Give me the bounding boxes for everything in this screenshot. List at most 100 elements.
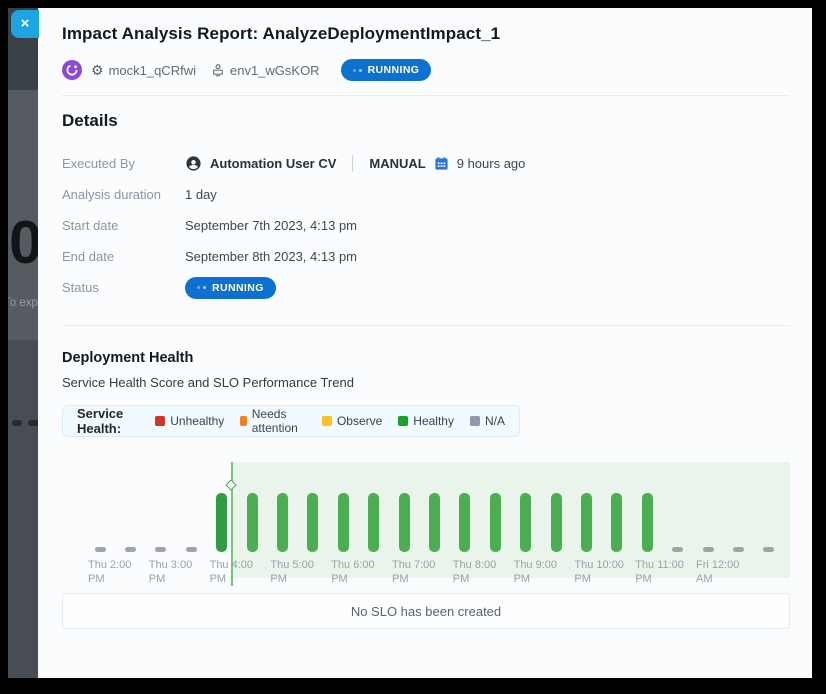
user-icon	[185, 155, 202, 172]
legend-swatch-icon	[470, 416, 480, 426]
vertical-divider	[352, 155, 353, 172]
detail-value: 1 day	[185, 187, 217, 202]
health-bar-na[interactable]	[125, 547, 136, 552]
trigger-type: MANUAL	[369, 156, 425, 171]
health-bar-healthy[interactable]	[581, 493, 592, 552]
detail-label: Status	[62, 280, 185, 295]
health-bar-na[interactable]	[95, 547, 106, 552]
legend-label: Observe	[337, 414, 382, 428]
details-grid: Executed By Automation User CV MANUAL	[62, 148, 790, 303]
running-dot	[353, 69, 356, 72]
pipeline-meta: ⚙ mock1_qCRfwi	[91, 63, 196, 78]
detail-row: End dateSeptember 8th 2023, 4:13 pm	[62, 241, 790, 272]
health-bar-na[interactable]	[733, 547, 744, 552]
health-bar-healthy[interactable]	[277, 493, 288, 552]
health-bar-healthy[interactable]	[399, 493, 410, 552]
health-bar-na[interactable]	[672, 547, 683, 552]
chart-subtitle: Service Health Score and SLO Performance…	[62, 375, 790, 390]
health-bar-healthy[interactable]	[216, 493, 227, 552]
x-axis-tick-label: Thu 5:00PM	[270, 558, 313, 586]
health-bar-healthy[interactable]	[247, 493, 258, 552]
legend-swatch-icon	[240, 416, 246, 426]
health-bar-healthy[interactable]	[611, 493, 622, 552]
health-bar-healthy[interactable]	[459, 493, 470, 552]
background-dash	[28, 420, 38, 426]
impact-analysis-drawer: Impact Analysis Report: AnalyzeDeploymen…	[38, 8, 812, 678]
x-axis-tick-label: Thu 4:00PM	[210, 558, 253, 586]
legend-item: Unhealthy	[155, 414, 224, 428]
executed-time: 9 hours ago	[457, 156, 526, 171]
health-bar-healthy[interactable]	[368, 493, 379, 552]
health-bar-na[interactable]	[703, 547, 714, 552]
health-bar-healthy[interactable]	[642, 493, 653, 552]
health-bar-healthy[interactable]	[338, 493, 349, 552]
legend-item: Healthy	[398, 414, 454, 428]
health-bar-na[interactable]	[155, 547, 166, 552]
health-bar-healthy[interactable]	[429, 493, 440, 552]
detail-rows: Analysis duration1 dayStart dateSeptembe…	[62, 179, 790, 272]
legend-item: Observe	[322, 414, 382, 428]
calendar-icon	[434, 156, 449, 171]
slo-empty-message: No SLO has been created	[351, 604, 501, 619]
divider	[62, 95, 790, 96]
legend-label: Needs attention	[252, 407, 306, 435]
service-avatar-icon	[62, 60, 82, 80]
x-axis-tick-label: Fri 12:00AM	[696, 558, 739, 586]
x-axis-tick-label: Thu 11:00PM	[635, 558, 684, 586]
health-bar-na[interactable]	[763, 547, 774, 552]
detail-row: Start dateSeptember 7th 2023, 4:13 pm	[62, 210, 790, 241]
x-axis-tick-label: Thu 7:00PM	[392, 558, 435, 586]
running-dot	[359, 69, 362, 72]
legend-label: N/A	[485, 414, 505, 428]
detail-value: September 8th 2023, 4:13 pm	[185, 249, 357, 264]
detail-label: Executed By	[62, 156, 185, 171]
legend-item: N/A	[470, 414, 505, 428]
report-meta-row: ⚙ mock1_qCRfwi env1_wGsKOR RUNNING	[62, 59, 790, 81]
x-axis-tick-label: Thu 9:00PM	[514, 558, 557, 586]
environment-name: env1_wGsKOR	[230, 63, 320, 78]
x-axis-tick-label: Thu 6:00PM	[331, 558, 374, 586]
detail-row: Analysis duration1 day	[62, 179, 790, 210]
legend-label: Healthy	[413, 414, 454, 428]
x-axis-tick-label: Thu 2:00PM	[88, 558, 131, 586]
details-heading: Details	[62, 111, 790, 131]
health-bar-na[interactable]	[186, 547, 197, 552]
health-chart: Thu 2:00PM Thu 3:00PM Thu 4:00PM Thu 5:00PM…	[62, 450, 790, 586]
divider	[62, 325, 790, 326]
service-health-legend: Service Health: Unhealthy Needs attention…	[62, 405, 520, 437]
detail-label: Analysis duration	[62, 187, 185, 202]
running-dot	[203, 286, 206, 289]
health-bar-healthy[interactable]	[520, 493, 531, 552]
legend-label: Unhealthy	[170, 414, 224, 428]
environment-icon	[211, 63, 225, 77]
slo-empty-state: No SLO has been created	[62, 593, 790, 629]
status-badge: RUNNING	[185, 277, 276, 299]
x-axis-tick-label: Thu 10:00PM	[574, 558, 624, 586]
x-axis-tick-label: Thu 8:00PM	[453, 558, 496, 586]
background-number-fragment: 0	[9, 208, 38, 277]
background-dash	[12, 420, 22, 426]
health-bar-healthy[interactable]	[490, 493, 501, 552]
page-title: Impact Analysis Report: AnalyzeDeploymen…	[62, 24, 790, 44]
legend-swatch-icon	[155, 416, 165, 426]
gear-icon: ⚙	[91, 63, 104, 77]
status-badge: RUNNING	[341, 59, 432, 81]
legend-title: Service Health:	[77, 406, 139, 436]
health-bar-healthy[interactable]	[551, 493, 562, 552]
executed-by-user: Automation User CV	[210, 156, 336, 171]
dimmed-page-backdrop: 0 To exp	[8, 8, 38, 678]
background-text-fragment: To exp	[8, 297, 38, 309]
deployment-health-heading: Deployment Health	[62, 350, 790, 366]
legend-swatch-icon	[398, 416, 408, 426]
x-axis-tick-label: Thu 3:00PM	[149, 558, 192, 586]
environment-meta: env1_wGsKOR	[211, 63, 320, 78]
executed-by-row: Executed By Automation User CV MANUAL	[62, 148, 790, 179]
running-dot	[197, 286, 200, 289]
status-row: Status RUNNING	[62, 272, 790, 303]
close-button[interactable]: ×	[11, 10, 39, 38]
detail-label: Start date	[62, 218, 185, 233]
detail-value: September 7th 2023, 4:13 pm	[185, 218, 357, 233]
health-bar-healthy[interactable]	[307, 493, 318, 552]
legend-swatch-icon	[322, 416, 332, 426]
detail-label: End date	[62, 249, 185, 264]
